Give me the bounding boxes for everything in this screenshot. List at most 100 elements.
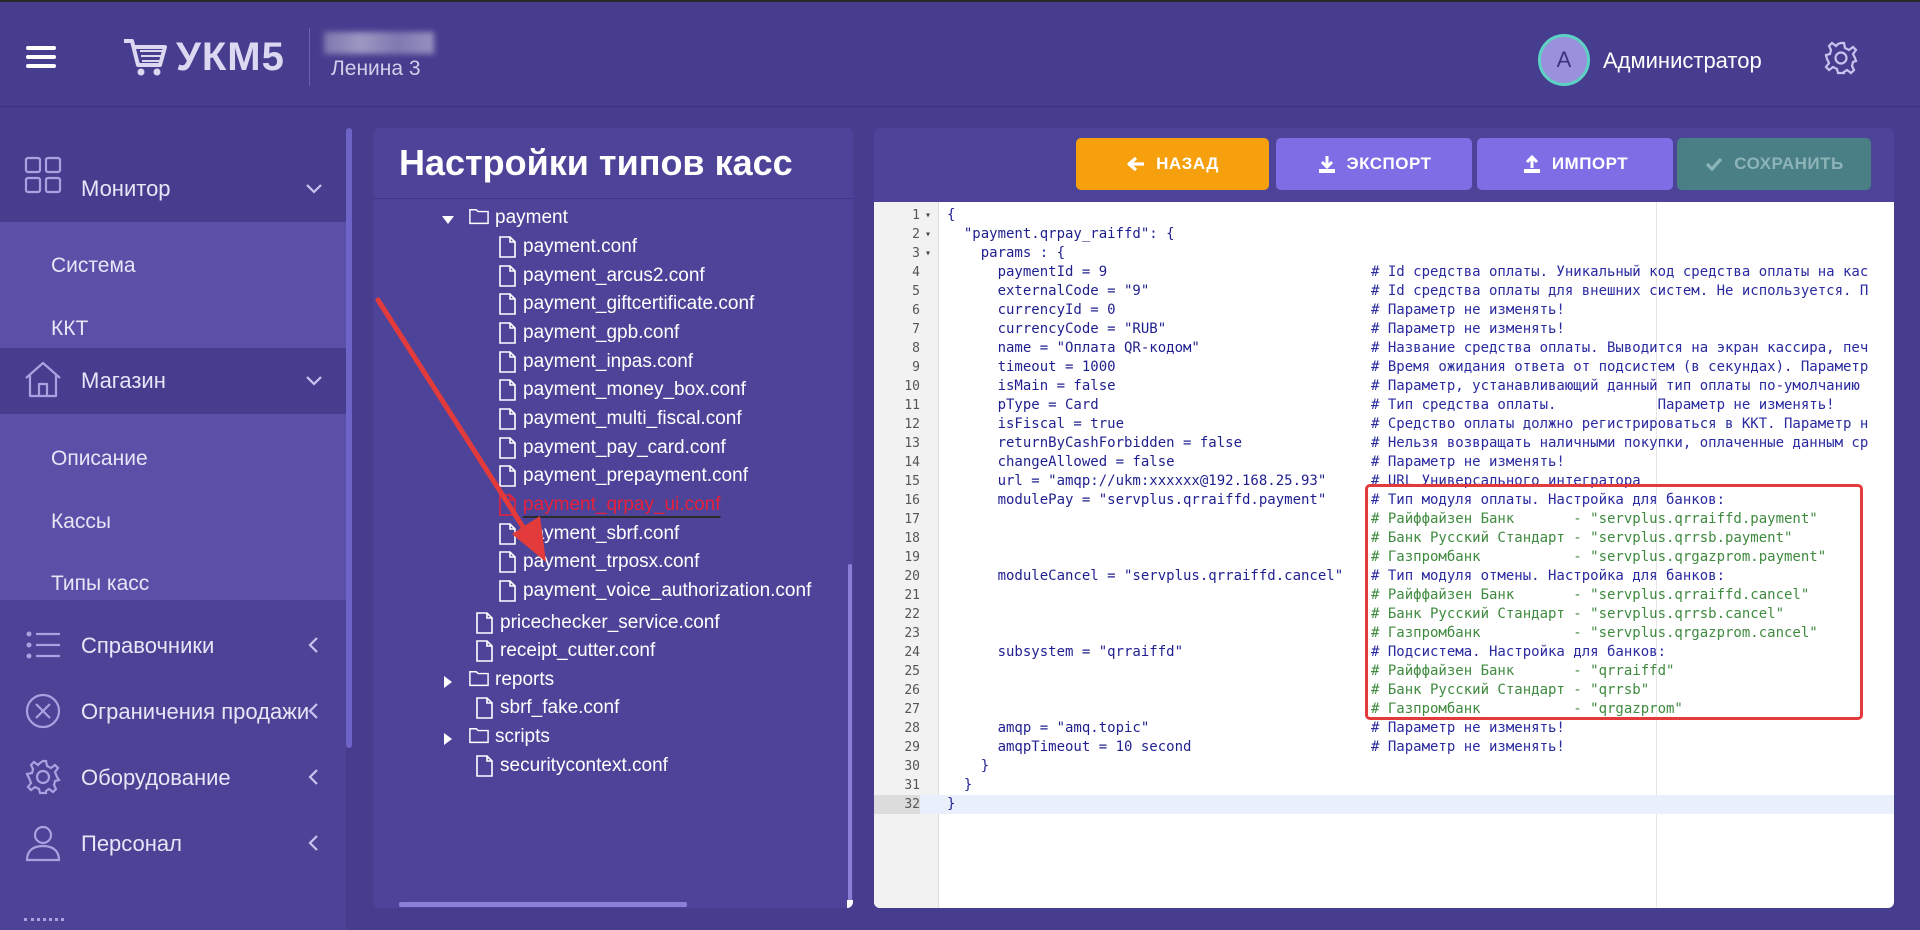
caret-down-icon[interactable] [441,211,455,225]
logo-text: УКМ5 [176,34,285,79]
tree-file[interactable]: securitycontext.conf [474,751,668,781]
code-text: moduleCancel = "servplus.qrraiffd.cancel… [947,568,1344,584]
tree-item-label: payment_arcus2.conf [523,265,705,286]
file-icon [497,408,517,430]
code-line: 22 # Банк Русский Стандарт - "servplus.qr… [874,605,1894,624]
line-number: 27 [904,702,920,717]
sidebar-item-sales-restrictions[interactable]: Ограничения продажи [0,682,346,740]
tree-file[interactable]: payment_multi_fiscal.conf [497,404,742,434]
tree-file[interactable]: receipt_cutter.conf [474,636,655,666]
sidebar-subitem-kkt[interactable]: ККТ [51,317,88,341]
tree-item-label: reports [495,669,555,690]
sidebar-subitem-cash-registers[interactable]: Кассы [51,510,111,534]
tree-file[interactable]: payment_voice_authorization.conf [497,576,811,606]
file-icon [497,351,517,373]
line-number: 15 [904,474,920,489]
sidebar-subitem-cash-register-types[interactable]: Типы касс [51,572,149,596]
code-line: 24 subsystem = "qrraiffd" # Подсистема. Н… [874,643,1894,662]
code-line: 8 name = "Оплата QR-кодом" # Название сре… [874,339,1894,358]
sidebar-item-store[interactable]: Магазин [0,348,346,414]
code-comment: # Газпромбанк - "servplus.qrgazprom.canc… [1371,625,1818,641]
code-text: timeout = 1000 [947,359,1116,375]
code-line: 4 paymentId = 9 # Id средства оплаты. Уни… [874,263,1894,282]
sidebar-scrollbar[interactable] [346,128,352,748]
line-number: 29 [904,740,920,755]
download-icon [1318,156,1335,173]
tree-file[interactable]: payment_sbrf.conf [497,519,679,549]
line-number: 6 [912,303,920,318]
tree-file[interactable]: pricechecker_service.conf [474,608,720,638]
user-name[interactable]: Администратор [1603,48,1762,74]
line-number: 7 [912,322,920,337]
tree-file[interactable]: payment_qrpay_ui.conf [497,490,721,520]
file-icon [497,379,517,401]
code-line: 13 returnByCashForbidden = false # Нельзя… [874,434,1894,453]
sidebar-item-monitor[interactable]: Монитор [0,128,346,222]
avatar[interactable]: A [1538,34,1590,86]
chevron-left-icon [308,637,318,653]
code-comment: # Банк Русский Стандарт - "servplus.qrrs… [1371,530,1793,546]
import-label: ИМПОРТ [1551,154,1629,173]
caret-right-icon[interactable] [441,673,455,688]
tree-item-label: scripts [495,726,550,747]
tree-file[interactable]: payment_giftcertificate.conf [497,289,754,319]
line-number: 19 [904,550,920,565]
settings-gear-icon[interactable] [1823,40,1859,76]
tree-item-label: payment_trposx.conf [523,551,700,572]
folder-icon [469,207,489,229]
line-number: 2 [912,227,920,242]
import-button[interactable]: ИМПОРТ [1477,138,1673,190]
code-text: name = "Оплата QR-кодом" [947,340,1200,356]
sidebar-item-staff[interactable]: Персонал [0,814,346,872]
code-text: { [947,207,956,223]
tree-file[interactable]: payment_prepayment.conf [497,461,748,491]
save-button[interactable]: СОХРАНИТЬ [1677,138,1871,190]
tree-file[interactable]: sbrf_fake.conf [474,693,619,723]
app-logo[interactable]: УКМ5 [122,32,285,82]
code-line: 18 # Банк Русский Стандарт - "servplus.qr… [874,529,1894,548]
code-comment: # Газпромбанк - "qrgazprom" [1371,701,1683,717]
line-number: 21 [904,588,920,603]
menu-icon[interactable] [26,46,56,68]
fold-toggle-icon[interactable]: ▾ [925,244,931,263]
tree-file[interactable]: payment_trposx.conf [497,547,699,577]
sidebar-item-equipment[interactable]: Оборудование [0,748,346,806]
line-number: 10 [904,379,920,394]
sidebar-item-label: Магазин [81,368,166,393]
store-name[interactable]: Ленина 3 [331,57,421,81]
code-line: 15 url = "amqp://ukm:xxxxxx@192.168.25.9… [874,472,1894,491]
code-comment: # Райффайзен Банк - "servplus.qrraiffd.c… [1371,587,1810,603]
code-text: pType = Card [947,397,1099,413]
blurred-store-code [324,32,434,54]
sidebar-item-references[interactable]: Справочники [0,616,346,674]
code-editor[interactable]: 1 ▾ {2 ▾ "payment.qrpay_raiffd": {3 ▾ params… [874,202,1894,908]
code-text: paymentId = 9 [947,264,1108,280]
tree-file[interactable]: payment_gpb.conf [497,318,679,348]
tree-folder[interactable]: scripts [441,722,550,752]
fold-toggle-icon[interactable]: ▾ [925,225,931,244]
home-icon [25,361,61,398]
tree-folder[interactable]: payment [441,203,568,233]
tree-item-label: payment_pay_card.conf [523,437,726,458]
export-button[interactable]: ЭКСПОРТ [1276,138,1472,190]
tree-horizontal-scrollbar[interactable] [399,902,687,907]
sidebar-item-label: Ограничения продажи [81,699,310,724]
tree-file[interactable]: payment_money_box.conf [497,375,746,405]
tree-file[interactable]: payment_inpas.conf [497,347,693,377]
tree-file[interactable]: payment_arcus2.conf [497,261,705,291]
code-line: 6 currencyId = 0 # Параметр не изменять! [874,301,1894,320]
tree-file[interactable]: payment.conf [497,232,637,262]
code-comment: # Тип модуля отмены. Настройка для банко… [1371,568,1726,584]
sidebar-subitem-description[interactable]: Описание [51,447,148,471]
tree-vertical-scrollbar[interactable] [848,564,852,904]
fold-toggle-icon[interactable]: ▾ [925,206,931,225]
sidebar-subitem-system[interactable]: Система [51,254,136,278]
caret-right-icon[interactable] [441,730,455,745]
code-comment: # Время ожидания ответа от подсистем (в … [1371,359,1869,375]
back-button[interactable]: НАЗАД [1076,138,1269,190]
tree-file[interactable]: payment_pay_card.conf [497,433,726,463]
upload-icon [1523,154,1540,173]
sidebar: Монитор Система ККТ Магазин Описание Кас… [0,128,346,930]
code-comment: # Id средства оплаты для внешних систем.… [1371,283,1869,299]
tree-folder[interactable]: reports [441,665,554,695]
